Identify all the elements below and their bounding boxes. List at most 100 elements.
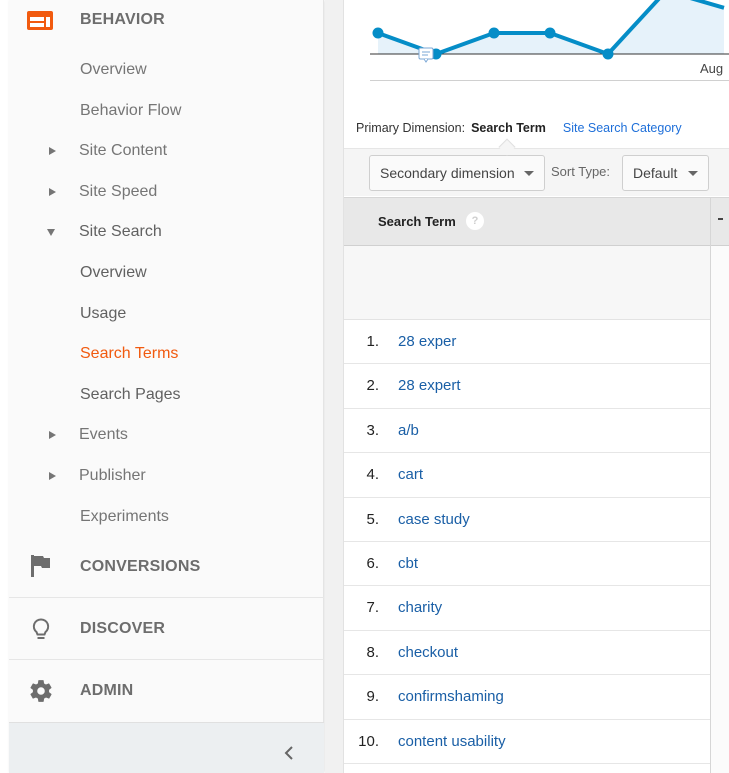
row-rank: 3. bbox=[366, 421, 379, 439]
search-term-link[interactable]: content usability bbox=[398, 733, 506, 750]
row-rank: 10. bbox=[358, 732, 379, 750]
data-point[interactable] bbox=[544, 27, 556, 39]
search-term-link[interactable]: charity bbox=[398, 599, 442, 616]
search-term-link[interactable]: 28 exper bbox=[398, 333, 456, 350]
left-edge bbox=[0, 0, 9, 773]
expand-arrow-icon bbox=[49, 188, 56, 196]
section-admin[interactable]: ADMIN bbox=[9, 680, 324, 702]
table-header: Search Term ? bbox=[344, 197, 729, 246]
table-row: 6. cbt bbox=[344, 542, 710, 587]
table-row: 7. charity bbox=[344, 586, 710, 631]
table-toolbar: Secondary dimension Sort Type: Default bbox=[344, 148, 729, 196]
sidebar-gutter bbox=[325, 0, 344, 773]
sidebar-item-label: Events bbox=[79, 426, 128, 443]
search-term-link[interactable]: confirmshaming bbox=[398, 688, 504, 705]
row-rank: 1. bbox=[366, 333, 379, 350]
primary-dimension-current[interactable]: Search Term bbox=[471, 121, 546, 135]
chart-area bbox=[378, 0, 724, 54]
section-discover[interactable]: DISCOVER bbox=[9, 618, 324, 639]
section-discover-label: DISCOVER bbox=[80, 620, 166, 637]
table-body: 1. 28 exper 2. 28 expert 3. a/b 4. cart … bbox=[344, 320, 710, 764]
annotation-icon[interactable] bbox=[418, 47, 434, 63]
sidebar-item-usage[interactable]: Usage bbox=[9, 304, 324, 324]
sidebar-item-label: Search Pages bbox=[80, 386, 181, 403]
sidebar-item-overview[interactable]: Overview bbox=[9, 60, 324, 80]
search-term-link[interactable]: cbt bbox=[398, 555, 418, 572]
section-conversions-label: CONVERSIONS bbox=[80, 558, 201, 575]
sidebar-item-search-terms[interactable]: Search Terms bbox=[9, 344, 324, 364]
expand-arrow-icon bbox=[49, 147, 56, 155]
sidebar-item-site-content[interactable]: Site Content bbox=[9, 141, 324, 161]
sidebar-item-label: Behavior Flow bbox=[80, 102, 182, 119]
divider bbox=[9, 659, 324, 660]
flag-icon bbox=[31, 555, 51, 582]
sidebar-item-label: Overview bbox=[80, 264, 147, 281]
help-icon[interactable]: ? bbox=[466, 212, 484, 230]
dropdown-arrow-icon bbox=[688, 171, 698, 176]
table-row: 8. checkout bbox=[344, 631, 710, 676]
data-point[interactable] bbox=[602, 48, 614, 60]
expand-arrow-icon bbox=[49, 472, 56, 480]
section-admin-label: ADMIN bbox=[80, 682, 134, 699]
sidebar-item-label: Search Terms bbox=[80, 345, 179, 362]
sidebar-item-search-overview[interactable]: Overview bbox=[9, 263, 324, 283]
line-chart bbox=[370, 0, 729, 63]
data-point[interactable] bbox=[488, 27, 500, 39]
sidebar-collapse-bar bbox=[9, 722, 324, 773]
primary-dimension-label: Primary Dimension: bbox=[356, 121, 466, 135]
sort-type-label: Sort Type: bbox=[551, 164, 611, 179]
search-term-link[interactable]: cart bbox=[398, 466, 423, 483]
sidebar-item-label: Overview bbox=[80, 61, 147, 78]
sidebar-item-label: Site Search bbox=[79, 223, 162, 240]
summary-row bbox=[344, 246, 710, 320]
next-column-strip bbox=[711, 246, 729, 773]
table-row: 9. confirmshaming bbox=[344, 675, 710, 720]
table-row: 5. case study bbox=[344, 498, 710, 542]
table-row: 4. cart bbox=[344, 453, 710, 498]
search-term-link[interactable]: 28 expert bbox=[398, 377, 461, 394]
row-rank: 9. bbox=[366, 688, 379, 706]
search-term-link[interactable]: checkout bbox=[398, 644, 458, 661]
analytics-page: BEHAVIOR Overview Behavior Flow Site Con… bbox=[0, 0, 729, 773]
sidebar-item-search-pages[interactable]: Search Pages bbox=[9, 385, 324, 405]
primary-dimension-alternate-link[interactable]: Site Search Category bbox=[563, 121, 682, 135]
sidebar-item-site-search[interactable]: Site Search bbox=[9, 222, 324, 242]
table-row: 2. 28 expert bbox=[344, 364, 710, 409]
sidebar: BEHAVIOR Overview Behavior Flow Site Con… bbox=[9, 0, 324, 773]
sidebar-item-label: Site Content bbox=[79, 142, 168, 159]
row-rank: 6. bbox=[366, 554, 379, 572]
search-term-link[interactable]: case study bbox=[398, 511, 470, 528]
sidebar-item-label: Publisher bbox=[79, 467, 146, 484]
sidebar-item-events[interactable]: Events bbox=[9, 425, 324, 445]
sidebar-item-label: Experiments bbox=[80, 508, 169, 525]
table-row: 3. a/b bbox=[344, 409, 710, 454]
section-conversions[interactable]: CONVERSIONS bbox=[9, 555, 324, 577]
section-behavior-label: BEHAVIOR bbox=[80, 11, 165, 28]
x-tick-label: Aug bbox=[700, 61, 724, 76]
lightbulb-icon bbox=[32, 618, 50, 647]
data-point[interactable] bbox=[372, 27, 384, 39]
secondary-dimension-select[interactable]: Secondary dimension bbox=[369, 155, 545, 191]
search-term-link[interactable]: a/b bbox=[398, 422, 419, 439]
chart-bottom-rule bbox=[370, 80, 729, 81]
sidebar-item-behavior-flow[interactable]: Behavior Flow bbox=[9, 101, 324, 121]
row-rank: 7. bbox=[366, 599, 379, 617]
sidebar-item-publisher[interactable]: Publisher bbox=[9, 466, 324, 486]
section-behavior[interactable]: BEHAVIOR bbox=[9, 10, 324, 30]
sidebar-item-label: Usage bbox=[80, 305, 127, 322]
sort-type-select[interactable]: Default bbox=[622, 155, 709, 191]
secondary-dimension-value: Secondary dimension bbox=[380, 165, 515, 181]
table-row: 10. content usability bbox=[344, 720, 710, 764]
dropdown-arrow-icon bbox=[524, 171, 534, 176]
sidebar-item-experiments[interactable]: Experiments bbox=[9, 507, 324, 527]
chevron-left-icon[interactable] bbox=[281, 745, 297, 761]
gear-icon bbox=[28, 678, 54, 709]
column-header-search-term[interactable]: Search Term bbox=[378, 214, 456, 229]
row-rank: 4. bbox=[366, 466, 379, 484]
divider bbox=[9, 597, 324, 598]
collapse-arrow-icon bbox=[47, 229, 55, 236]
sidebar-item-site-speed[interactable]: Site Speed bbox=[9, 182, 324, 202]
expand-arrow-icon bbox=[49, 431, 56, 439]
primary-dimension-row: Primary Dimension: Search Term Site Search… bbox=[356, 121, 682, 135]
row-rank: 2. bbox=[366, 377, 379, 395]
